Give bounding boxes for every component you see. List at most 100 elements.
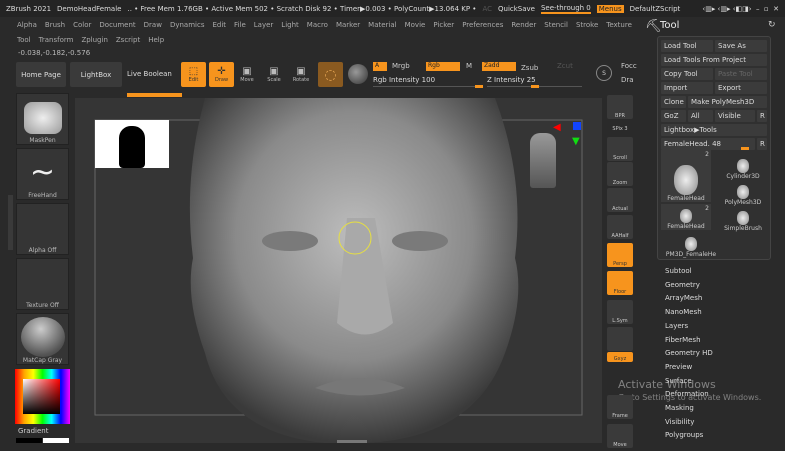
m-button[interactable]: M [466, 62, 472, 70]
make-polymesh3d-button[interactable]: Make PolyMesh3D [688, 96, 767, 108]
scale-button[interactable]: ▣ Scale [263, 62, 285, 87]
tool-thumbnail[interactable]: FemaleHead 2 [661, 204, 711, 230]
menu-stroke[interactable]: Stroke [576, 21, 598, 29]
clone-button[interactable]: Clone [661, 96, 686, 108]
color-picker[interactable] [15, 369, 70, 424]
goz-button[interactable]: GoZ [661, 110, 686, 122]
paste-tool-button[interactable]: Paste Tool [715, 68, 767, 80]
menu-file[interactable]: File [234, 21, 246, 29]
menu-transform[interactable]: Transform [39, 36, 74, 44]
menu-macro[interactable]: Macro [307, 21, 328, 29]
shelf-zoom-button[interactable]: Zoom [607, 162, 633, 186]
rgb-button[interactable]: Rgb [426, 62, 460, 71]
subpalette-subtool[interactable]: Subtool [665, 267, 692, 275]
rgb-intensity-slider[interactable] [373, 85, 483, 88]
copy-tool-button[interactable]: Copy Tool [661, 68, 713, 80]
subpalette-nanomesh[interactable]: NanoMesh [665, 308, 702, 316]
window-controls[interactable]: ‹▥▸ ‹▥▸ ‹◧◨› – ▫ ✕ [702, 5, 785, 13]
rgb-intensity-handle[interactable] [475, 85, 483, 88]
draw-button[interactable]: ✛ Draw [209, 62, 234, 87]
menu-brush[interactable]: Brush [45, 21, 65, 29]
load-tools-from-project-button[interactable]: Load Tools From Project [661, 54, 767, 66]
tool-thumbnail[interactable]: PolyMesh3D [718, 180, 768, 206]
menu-help[interactable]: Help [148, 36, 164, 44]
home-page-button[interactable]: Home Page [16, 62, 66, 87]
subpalette-arraymesh[interactable]: ArrayMesh [665, 294, 702, 302]
visible-button[interactable]: Visible [715, 110, 755, 122]
rotate-button[interactable]: ▣ Rotate [290, 62, 312, 87]
subpalette-visibility[interactable]: Visibility [665, 418, 694, 426]
tool-thumbnail[interactable]: FemaleHead 2 [661, 150, 711, 202]
see-through-slider[interactable]: See-through 0 [540, 4, 591, 14]
subpalette-preview[interactable]: Preview [665, 363, 692, 371]
menu-light[interactable]: Light [281, 21, 298, 29]
menu-marker[interactable]: Marker [336, 21, 360, 29]
canvas-handle[interactable] [337, 440, 367, 443]
sculptris-pro-button[interactable]: ◌ [318, 62, 343, 87]
load-tool-button[interactable]: Load Tool [661, 40, 713, 52]
default-zscript[interactable]: DefaultZScript [630, 5, 681, 13]
export-button[interactable]: Export [715, 82, 767, 94]
edit-button[interactable]: ⬚ Edit [181, 62, 206, 87]
r-button[interactable]: R [757, 110, 767, 122]
shelf-lock-button[interactable] [607, 327, 633, 351]
brush-thumbnail[interactable]: MaskPen [16, 93, 69, 145]
menu-edit[interactable]: Edit [212, 21, 226, 29]
focal-shift[interactable]: Focc [621, 62, 637, 70]
lightbox-button[interactable]: LightBox [70, 62, 122, 87]
menu-picker[interactable]: Picker [433, 21, 454, 29]
quicksave-button[interactable]: QuickSave [498, 5, 535, 13]
shelf-spix-3-button[interactable]: SPix 3 [607, 122, 633, 132]
subpalette-masking[interactable]: Masking [665, 404, 694, 412]
stroke-thumbnail[interactable]: ~ FreeHand [16, 148, 69, 200]
z-intensity-handle[interactable] [531, 85, 539, 88]
current-tool-slider[interactable]: FemaleHead. 48 [661, 138, 755, 150]
subpalette-geometry-hd[interactable]: Geometry HD [665, 349, 713, 357]
menu-layer[interactable]: Layer [254, 21, 274, 29]
shelf-actual-button[interactable]: Actual [607, 188, 633, 212]
lightbox-tools-button[interactable]: Lightbox▶Tools [661, 124, 767, 136]
canvas[interactable]: ◀ ▼ [75, 98, 602, 443]
live-boolean-button[interactable]: Live Boolean [127, 70, 172, 78]
import-button[interactable]: Import [661, 82, 713, 94]
save-as-button[interactable]: Save As [715, 40, 767, 52]
main-color[interactable] [43, 438, 69, 443]
menu-zplugin[interactable]: Zplugin [81, 36, 107, 44]
subpalette-geometry[interactable]: Geometry [665, 281, 700, 289]
color-square[interactable] [23, 379, 60, 414]
subpalette-polygroups[interactable]: Polygroups [665, 431, 703, 439]
menu-movie[interactable]: Movie [405, 21, 426, 29]
menu-color[interactable]: Color [73, 21, 91, 29]
subpalette-deformation[interactable]: Deformation [665, 390, 709, 398]
z-intensity-slider[interactable] [487, 85, 582, 88]
all-button[interactable]: All [688, 110, 713, 122]
menu-alpha[interactable]: Alpha [17, 21, 37, 29]
move-button[interactable]: ▣ Move [236, 62, 258, 87]
secondary-color[interactable] [16, 438, 42, 443]
tool-thumbnail[interactable]: PM3D_FemaleHe [661, 232, 721, 258]
subpalette-surface[interactable]: Surface [665, 377, 692, 385]
lazy-mouse-icon[interactable]: S [596, 65, 612, 81]
menu-stencil[interactable]: Stencil [544, 21, 568, 29]
current-r-button[interactable]: R [757, 138, 767, 150]
shelf-scroll-button[interactable]: Scroll [607, 137, 633, 161]
refresh-icon[interactable]: ↻ [768, 20, 776, 30]
navigation-head[interactable] [530, 133, 556, 188]
material-thumbnail[interactable]: MatCap Gray [16, 313, 69, 365]
menu-tool[interactable]: Tool [17, 36, 31, 44]
draw-size[interactable]: Dra [621, 76, 634, 84]
subpalette-fibermesh[interactable]: FiberMesh [665, 336, 701, 344]
shelf-persp-button[interactable]: Persp [607, 243, 633, 267]
a-button[interactable]: A [373, 62, 387, 71]
shelf-gxyz-button[interactable]: Gxyz [607, 352, 633, 362]
shelf-bpr-button[interactable]: BPR [607, 95, 633, 119]
menu-render[interactable]: Render [511, 21, 536, 29]
menu-material[interactable]: Material [368, 21, 396, 29]
tool-thumbnail[interactable]: SimpleBrush [718, 206, 768, 232]
shelf-aahalf-button[interactable]: AAHalf [607, 215, 633, 239]
shelf-l-sym-button[interactable]: L.Sym [607, 300, 633, 324]
zsub-button[interactable]: Zsub [521, 64, 538, 72]
menu-draw[interactable]: Draw [144, 21, 162, 29]
alpha-thumbnail[interactable]: Alpha Off [16, 203, 69, 255]
zcut-button[interactable]: Zcut [557, 62, 573, 70]
